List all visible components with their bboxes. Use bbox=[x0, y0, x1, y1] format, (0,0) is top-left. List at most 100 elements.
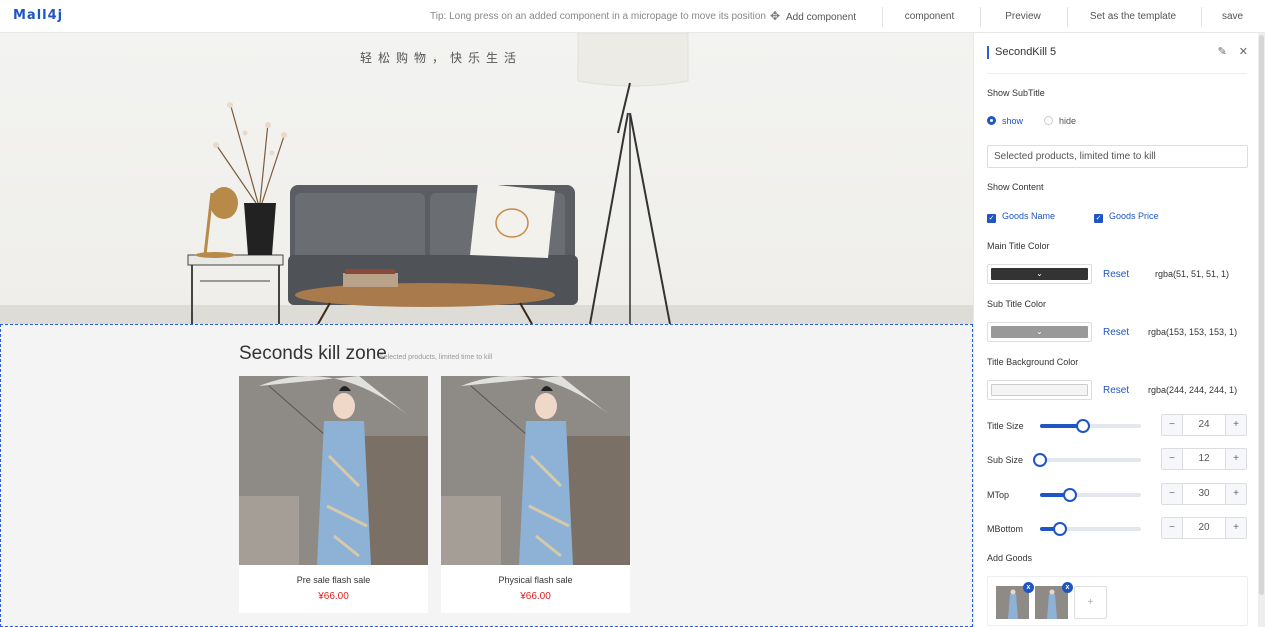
micropage-canvas: 轻松购物，快乐生活 Seconds kill zone Selected pro… bbox=[0, 33, 973, 627]
product-name: Pre sale flash sale bbox=[296, 575, 371, 585]
add-goods-button[interactable]: + bbox=[1074, 586, 1107, 619]
panel-actions: ✎ ✕ bbox=[1206, 45, 1248, 58]
tip-text: Tip: Long press on an added component in… bbox=[430, 11, 766, 22]
product-price: ¥66.00 bbox=[520, 591, 551, 602]
radio-hide[interactable]: hide bbox=[1044, 116, 1076, 126]
product-image bbox=[441, 376, 630, 565]
increase-button[interactable]: + bbox=[1225, 484, 1246, 504]
sub-size-value[interactable]: 12 bbox=[1183, 449, 1225, 469]
main-title-color-value: rgba(51, 51, 51, 1) bbox=[1155, 269, 1230, 279]
sub-size-label: Sub Size bbox=[987, 455, 1024, 465]
title-bg-color-picker[interactable] bbox=[987, 380, 1092, 400]
mtop-value[interactable]: 30 bbox=[1183, 484, 1225, 504]
radio-show[interactable]: show bbox=[987, 116, 1023, 126]
increase-button[interactable]: + bbox=[1225, 449, 1246, 469]
add-component-button[interactable]: ✥ Add component bbox=[768, 0, 858, 33]
remove-goods-button[interactable]: x bbox=[1062, 582, 1073, 593]
checkbox-goods-price[interactable]: ✓ Goods Price bbox=[1094, 211, 1159, 223]
title-size-label: Title Size bbox=[987, 421, 1024, 431]
mtop-label: MTop bbox=[987, 490, 1010, 500]
product-photo bbox=[239, 376, 428, 565]
product-photo bbox=[441, 376, 630, 565]
decrease-button[interactable]: − bbox=[1162, 449, 1183, 469]
mbottom-slider[interactable] bbox=[1040, 522, 1141, 536]
title-size-stepper[interactable]: −24 + bbox=[1161, 414, 1247, 436]
goods-list: x x + bbox=[987, 576, 1248, 626]
divider bbox=[1067, 7, 1068, 27]
close-icon[interactable]: ✕ bbox=[1239, 46, 1248, 58]
move-icon: ✥ bbox=[769, 9, 780, 23]
mbottom-value[interactable]: 20 bbox=[1183, 518, 1225, 538]
scrollbar-thumb[interactable] bbox=[1259, 35, 1264, 595]
sub-size-stepper[interactable]: −12 + bbox=[1161, 448, 1247, 470]
divider bbox=[980, 7, 981, 27]
goods-name-label: Goods Name bbox=[1002, 211, 1056, 221]
increase-button[interactable]: + bbox=[1225, 518, 1246, 538]
remove-goods-button[interactable]: x bbox=[1023, 582, 1034, 593]
add-goods-label: Add Goods bbox=[987, 553, 1033, 563]
divider bbox=[1201, 7, 1202, 27]
title-size-slider[interactable] bbox=[1040, 419, 1141, 433]
title-bg-color-value: rgba(244, 244, 244, 1) bbox=[1148, 385, 1238, 395]
save-button[interactable]: save bbox=[1210, 0, 1255, 33]
goods-price-label: Goods Price bbox=[1109, 211, 1159, 221]
banner-illustration bbox=[0, 33, 973, 324]
title-bg-color-label: Title Background Color bbox=[987, 357, 1079, 367]
sub-title-color-label: Sub Title Color bbox=[987, 299, 1047, 309]
set-template-button[interactable]: Set as the template bbox=[1075, 0, 1191, 33]
show-subtitle-label: Show SubTitle bbox=[987, 88, 1045, 98]
top-bar: Mall4j Tip: Long press on an added compo… bbox=[0, 0, 1265, 33]
mbottom-stepper[interactable]: −20 + bbox=[1161, 517, 1247, 539]
product-card[interactable]: Physical flash sale ¥66.00 bbox=[441, 376, 630, 613]
subtitle-input[interactable]: Selected products, limited time to kill bbox=[987, 145, 1248, 168]
component-button[interactable]: component bbox=[892, 0, 967, 33]
check-icon: ✓ bbox=[1094, 214, 1103, 223]
main-title-color-picker[interactable]: ⌄ bbox=[987, 264, 1092, 284]
radio-hide-label: hide bbox=[1059, 116, 1077, 126]
edit-icon[interactable]: ✎ bbox=[1218, 46, 1227, 58]
mbottom-label: MBottom bbox=[987, 524, 1024, 534]
mtop-slider[interactable] bbox=[1040, 488, 1141, 502]
preview-button[interactable]: Preview bbox=[990, 0, 1056, 33]
chevron-down-icon: ⌄ bbox=[991, 268, 1088, 280]
add-component-label: Add component bbox=[786, 12, 857, 23]
checkbox-goods-name[interactable]: ✓ Goods Name bbox=[987, 211, 1055, 223]
show-content-label: Show Content bbox=[987, 182, 1044, 192]
slider-handle[interactable] bbox=[1033, 453, 1047, 467]
sub-title-color-value: rgba(153, 153, 153, 1) bbox=[1148, 327, 1238, 337]
sub-size-slider[interactable] bbox=[1033, 453, 1141, 467]
title-size-value[interactable]: 24 bbox=[1183, 415, 1225, 435]
seckill-title: Seconds kill zone bbox=[239, 343, 387, 364]
slider-handle[interactable] bbox=[1063, 488, 1077, 502]
decrease-button[interactable]: − bbox=[1162, 484, 1183, 504]
radio-show-label: show bbox=[1002, 116, 1024, 126]
panel-title: SecondKill 5 bbox=[987, 46, 1056, 59]
banner-slogan: 轻松购物，快乐生活 bbox=[360, 51, 523, 65]
seckill-section[interactable]: Seconds kill zone Selected products, lim… bbox=[0, 324, 973, 627]
product-name: Physical flash sale bbox=[498, 575, 573, 585]
decrease-button[interactable]: − bbox=[1162, 518, 1183, 538]
main-title-color-label: Main Title Color bbox=[987, 241, 1050, 251]
radio-dot bbox=[987, 116, 996, 125]
decrease-button[interactable]: − bbox=[1162, 415, 1183, 435]
increase-button[interactable]: + bbox=[1225, 415, 1246, 435]
divider bbox=[987, 73, 1247, 74]
logo[interactable]: Mall4j bbox=[13, 8, 63, 23]
product-price: ¥66.00 bbox=[318, 591, 349, 602]
product-image bbox=[239, 376, 428, 565]
chevron-down-icon: ⌄ bbox=[991, 326, 1088, 338]
sub-title-reset-button[interactable]: Reset bbox=[1103, 327, 1129, 338]
color-fill bbox=[991, 384, 1088, 396]
mtop-stepper[interactable]: −30 + bbox=[1161, 483, 1247, 505]
product-card[interactable]: Pre sale flash sale ¥66.00 bbox=[239, 376, 428, 613]
banner-image[interactable]: 轻松购物，快乐生活 bbox=[0, 33, 973, 324]
sub-title-color-picker[interactable]: ⌄ bbox=[987, 322, 1092, 342]
settings-panel: SecondKill 5 ✎ ✕ Show SubTitle show hide … bbox=[973, 33, 1258, 627]
check-icon: ✓ bbox=[987, 214, 996, 223]
title-bg-reset-button[interactable]: Reset bbox=[1103, 385, 1129, 396]
scrollbar[interactable] bbox=[1258, 33, 1265, 627]
radio-dot bbox=[1044, 116, 1053, 125]
slider-handle[interactable] bbox=[1076, 419, 1090, 433]
slider-handle[interactable] bbox=[1053, 522, 1067, 536]
main-title-reset-button[interactable]: Reset bbox=[1103, 269, 1129, 280]
